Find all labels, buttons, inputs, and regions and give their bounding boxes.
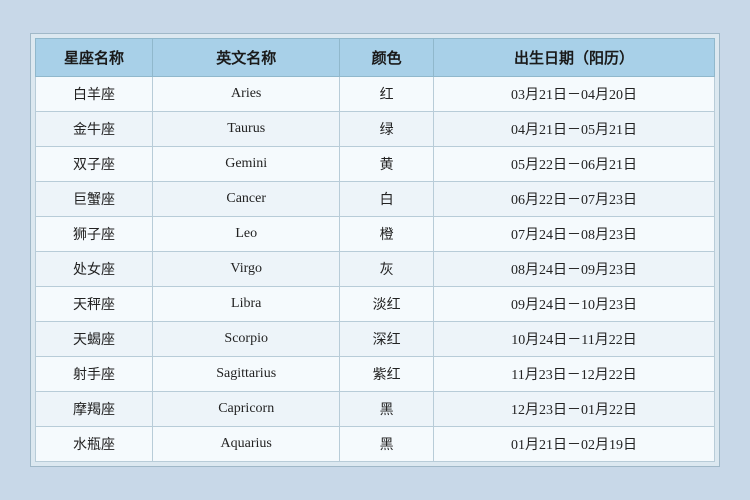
table-row: 天蝎座Scorpio深红10月24日－11月22日 — [36, 322, 715, 357]
cell-chinese: 白羊座 — [36, 77, 153, 112]
cell-color: 白 — [340, 182, 434, 217]
table-header-row: 星座名称 英文名称 颜色 出生日期（阳历） — [36, 39, 715, 77]
cell-chinese: 金牛座 — [36, 112, 153, 147]
cell-date: 11月23日－12月22日 — [434, 357, 715, 392]
cell-color: 灰 — [340, 252, 434, 287]
cell-chinese: 处女座 — [36, 252, 153, 287]
cell-english: Libra — [153, 287, 340, 322]
cell-color: 黑 — [340, 392, 434, 427]
cell-color: 紫红 — [340, 357, 434, 392]
cell-english: Taurus — [153, 112, 340, 147]
cell-chinese: 巨蟹座 — [36, 182, 153, 217]
header-english: 英文名称 — [153, 39, 340, 77]
table-row: 天秤座Libra淡红09月24日－10月23日 — [36, 287, 715, 322]
table-row: 金牛座Taurus绿04月21日－05月21日 — [36, 112, 715, 147]
cell-date: 09月24日－10月23日 — [434, 287, 715, 322]
cell-english: Gemini — [153, 147, 340, 182]
cell-color: 淡红 — [340, 287, 434, 322]
table-row: 巨蟹座Cancer白06月22日－07月23日 — [36, 182, 715, 217]
cell-english: Leo — [153, 217, 340, 252]
cell-chinese: 双子座 — [36, 147, 153, 182]
zodiac-table-container: 星座名称 英文名称 颜色 出生日期（阳历） 白羊座Aries红03月21日－04… — [30, 33, 720, 467]
cell-chinese: 射手座 — [36, 357, 153, 392]
cell-english: Cancer — [153, 182, 340, 217]
cell-date: 07月24日－08月23日 — [434, 217, 715, 252]
table-row: 水瓶座Aquarius黑01月21日－02月19日 — [36, 427, 715, 462]
cell-chinese: 水瓶座 — [36, 427, 153, 462]
cell-color: 橙 — [340, 217, 434, 252]
cell-english: Aquarius — [153, 427, 340, 462]
cell-color: 绿 — [340, 112, 434, 147]
cell-chinese: 摩羯座 — [36, 392, 153, 427]
cell-color: 黑 — [340, 427, 434, 462]
cell-chinese: 天秤座 — [36, 287, 153, 322]
cell-chinese: 天蝎座 — [36, 322, 153, 357]
cell-english: Capricorn — [153, 392, 340, 427]
cell-date: 03月21日－04月20日 — [434, 77, 715, 112]
table-row: 双子座Gemini黄05月22日－06月21日 — [36, 147, 715, 182]
cell-date: 10月24日－11月22日 — [434, 322, 715, 357]
cell-date: 05月22日－06月21日 — [434, 147, 715, 182]
table-row: 射手座Sagittarius紫红11月23日－12月22日 — [36, 357, 715, 392]
cell-date: 08月24日－09月23日 — [434, 252, 715, 287]
table-row: 处女座Virgo灰08月24日－09月23日 — [36, 252, 715, 287]
cell-chinese: 狮子座 — [36, 217, 153, 252]
cell-date: 04月21日－05月21日 — [434, 112, 715, 147]
zodiac-table: 星座名称 英文名称 颜色 出生日期（阳历） 白羊座Aries红03月21日－04… — [35, 38, 715, 462]
cell-english: Virgo — [153, 252, 340, 287]
cell-date: 12月23日－01月22日 — [434, 392, 715, 427]
header-date: 出生日期（阳历） — [434, 39, 715, 77]
cell-color: 红 — [340, 77, 434, 112]
cell-date: 01月21日－02月19日 — [434, 427, 715, 462]
table-row: 摩羯座Capricorn黑12月23日－01月22日 — [36, 392, 715, 427]
cell-date: 06月22日－07月23日 — [434, 182, 715, 217]
header-chinese: 星座名称 — [36, 39, 153, 77]
table-row: 狮子座Leo橙07月24日－08月23日 — [36, 217, 715, 252]
cell-english: Scorpio — [153, 322, 340, 357]
cell-color: 黄 — [340, 147, 434, 182]
cell-color: 深红 — [340, 322, 434, 357]
cell-english: Sagittarius — [153, 357, 340, 392]
table-body: 白羊座Aries红03月21日－04月20日金牛座Taurus绿04月21日－0… — [36, 77, 715, 462]
table-row: 白羊座Aries红03月21日－04月20日 — [36, 77, 715, 112]
cell-english: Aries — [153, 77, 340, 112]
header-color: 颜色 — [340, 39, 434, 77]
